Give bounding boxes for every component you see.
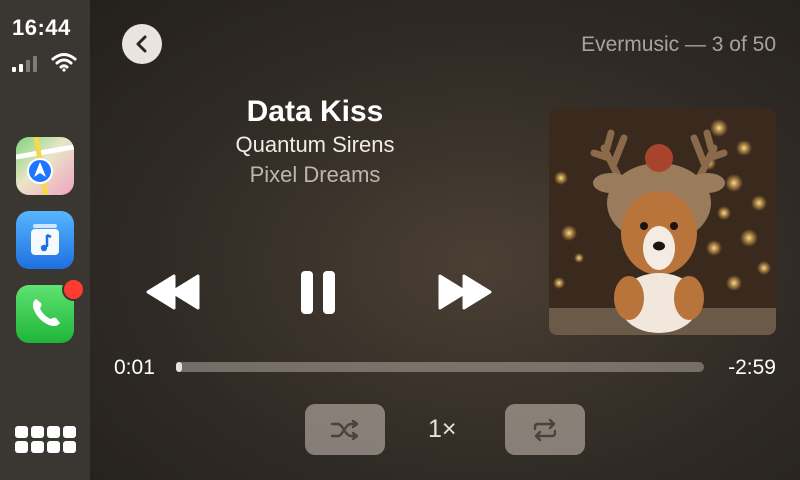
cellular-signal-icon [12,56,37,72]
fast-forward-button[interactable] [434,266,494,318]
shuffle-button[interactable] [305,404,385,455]
track-album: Pixel Dreams [249,162,381,187]
shuffle-icon [330,419,359,440]
track-title: Data Kiss [246,95,384,128]
elapsed-time: 0:01 [114,356,155,379]
track-artist: Quantum Sirens [235,132,395,157]
now-playing-view: Evermusic — 3 of 50 Data Kiss Quantum Si… [90,0,800,480]
music-app-icon[interactable] [16,211,74,269]
app-grid-icon[interactable] [15,426,76,453]
chevron-left-icon [136,35,147,53]
remaining-time: -2:59 [728,356,776,379]
status-indicators [12,52,77,72]
queue-source-label: Evermusic — 3 of 50 [581,33,776,56]
phone-notification-badge [62,278,85,301]
playback-speed-button[interactable]: 1× [428,415,457,444]
wifi-icon [51,53,77,72]
progress-fill [176,362,182,372]
album-artwork [549,108,776,335]
clock: 16:44 [12,15,71,40]
rewind-button[interactable] [144,266,204,318]
repeat-icon [533,418,557,441]
back-button[interactable] [122,24,162,64]
pause-button[interactable] [298,270,338,316]
carplay-sidebar: 16:44 [0,0,90,480]
progress-scrubber[interactable] [176,362,704,372]
repeat-button[interactable] [505,404,585,455]
maps-app-icon[interactable] [16,137,74,195]
